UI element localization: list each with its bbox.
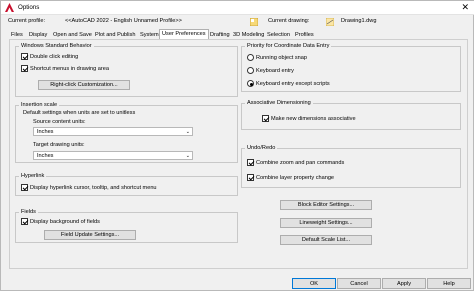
double-click-editing-checkbox[interactable]: Double click editing [21, 53, 78, 60]
checkbox-box [21, 65, 28, 72]
default-scale-list-button[interactable]: Default Scale List... [280, 235, 372, 245]
shortcut-menus-checkbox[interactable]: Shortcut menus in drawing area [21, 65, 109, 72]
tab-display[interactable]: Display [26, 30, 50, 39]
checkbox-box [247, 174, 254, 181]
radio-label: Running object snap [256, 54, 308, 61]
target-units-label: Target drawing units: [33, 142, 85, 148]
current-profile-label: Current profile: [8, 18, 45, 24]
insertion-scale-subtitle: Default settings when units are set to u… [23, 110, 136, 116]
radio-dot [247, 54, 254, 61]
tab-system[interactable]: System [137, 30, 162, 39]
tab-plot-and-publish[interactable]: Plot and Publish [92, 30, 138, 39]
chevron-down-icon: ⌄ [185, 129, 190, 135]
source-units-label: Source content units: [33, 119, 86, 125]
current-drawing-label: Current drawing: [268, 18, 310, 24]
keyboard-except-scripts-radio[interactable]: Keyboard entry except scripts [247, 80, 330, 87]
checkbox-label: Make new dimensions associative [271, 115, 356, 122]
close-icon[interactable]: ✕ [461, 2, 469, 12]
display-hyperlink-cursor-checkbox[interactable]: Display hyperlink cursor, tooltip, and s… [21, 184, 157, 191]
checkbox-box [247, 159, 254, 166]
select-value: Inches [37, 129, 54, 135]
combine-layer-property-checkbox[interactable]: Combine layer property change [247, 174, 334, 181]
checkbox-label: Display hyperlink cursor, tooltip, and s… [30, 184, 157, 191]
group-title: Insertion scale [19, 102, 60, 108]
help-button[interactable]: Help [427, 278, 471, 289]
group-title: Hyperlink [19, 173, 47, 179]
group-title: Fields [19, 209, 38, 215]
window-title: Options [18, 4, 40, 11]
radio-label: Keyboard entry except scripts [256, 80, 330, 87]
group-title: Undo/Redo [245, 145, 278, 151]
chevron-down-icon: ⌄ [185, 153, 190, 159]
profile-icon [250, 18, 258, 26]
field-update-settings-button[interactable]: Field Update Settings... [44, 230, 136, 240]
radio-dot [247, 67, 254, 74]
priority-group: Priority for Coordinate Data Entry Runni… [241, 43, 461, 92]
right-click-customization-button[interactable]: Right-click Customization... [38, 80, 130, 90]
checkbox-label: Combine layer property change [256, 174, 335, 181]
apply-button[interactable]: Apply [382, 278, 426, 289]
make-new-dimensions-associative-checkbox[interactable]: Make new dimensions associative [262, 115, 356, 122]
checkbox-box [21, 218, 28, 225]
title-bar: Options ✕ [1, 1, 474, 15]
ok-button[interactable]: OK [292, 278, 336, 289]
options-dialog: Options ✕ Current profile: <<AutoCAD 202… [0, 0, 474, 291]
group-title: Priority for Coordinate Data Entry [245, 43, 332, 49]
tab-open-and-save[interactable]: Open and Save [50, 30, 95, 39]
lineweight-settings-button[interactable]: Lineweight Settings... [280, 218, 372, 228]
drawing-icon [326, 18, 334, 26]
autocad-logo-icon [5, 3, 14, 12]
tab-selection[interactable]: Selection [264, 30, 293, 39]
checkbox-label: Display background of fields [30, 218, 100, 225]
checkbox-label: Combine zoom and pan commands [256, 159, 345, 166]
target-units-select[interactable]: Inches ⌄ [33, 151, 193, 160]
group-title: Windows Standard Behavior [19, 43, 94, 49]
checkbox-box [21, 53, 28, 60]
keyboard-entry-radio[interactable]: Keyboard entry [247, 67, 294, 74]
block-editor-settings-button[interactable]: Block Editor Settings... [280, 200, 372, 210]
hyperlink-group: Hyperlink Display hyperlink cursor, tool… [15, 173, 238, 196]
checkbox-label: Double click editing [30, 53, 79, 60]
windows-standard-group: Windows Standard Behavior Double click e… [15, 43, 238, 97]
tab-drafting[interactable]: Drafting [207, 30, 233, 39]
current-profile-value: <<AutoCAD 2022 - English Unnamed Profile… [65, 18, 182, 24]
checkbox-box [262, 115, 269, 122]
undo-redo-group: Undo/Redo Combine zoom and pan commands … [241, 145, 461, 188]
running-object-snap-radio[interactable]: Running object snap [247, 54, 307, 61]
tab-files[interactable]: Files [8, 30, 26, 39]
tab-profiles[interactable]: Profiles [292, 30, 317, 39]
cancel-button[interactable]: Cancel [337, 278, 381, 289]
tab-user-preferences[interactable]: User Preferences [159, 29, 209, 39]
radio-dot [247, 80, 254, 87]
associative-dimensioning-group: Associative Dimensioning Make new dimens… [241, 100, 461, 130]
insertion-scale-group: Insertion scale Default settings when un… [15, 102, 238, 163]
radio-label: Keyboard entry [256, 67, 294, 74]
tab-strip: Files Display Open and Save Plot and Pub… [8, 29, 468, 39]
current-drawing-value: Drawing1.dwg [341, 18, 377, 24]
checkbox-label: Shortcut menus in drawing area [30, 65, 109, 72]
tab-3d-modeling[interactable]: 3D Modeling [230, 30, 267, 39]
profile-row: Current profile: <<AutoCAD 2022 - Englis… [8, 18, 468, 28]
select-value: Inches [37, 153, 54, 159]
combine-zoom-pan-checkbox[interactable]: Combine zoom and pan commands [247, 159, 344, 166]
group-title: Associative Dimensioning [245, 100, 313, 106]
display-background-checkbox[interactable]: Display background of fields [21, 218, 100, 225]
checkbox-box [21, 184, 28, 191]
user-preferences-panel: Windows Standard Behavior Double click e… [9, 39, 468, 269]
fields-group: Fields Display background of fields Fiel… [15, 209, 238, 243]
source-units-select[interactable]: Inches ⌄ [33, 127, 193, 136]
